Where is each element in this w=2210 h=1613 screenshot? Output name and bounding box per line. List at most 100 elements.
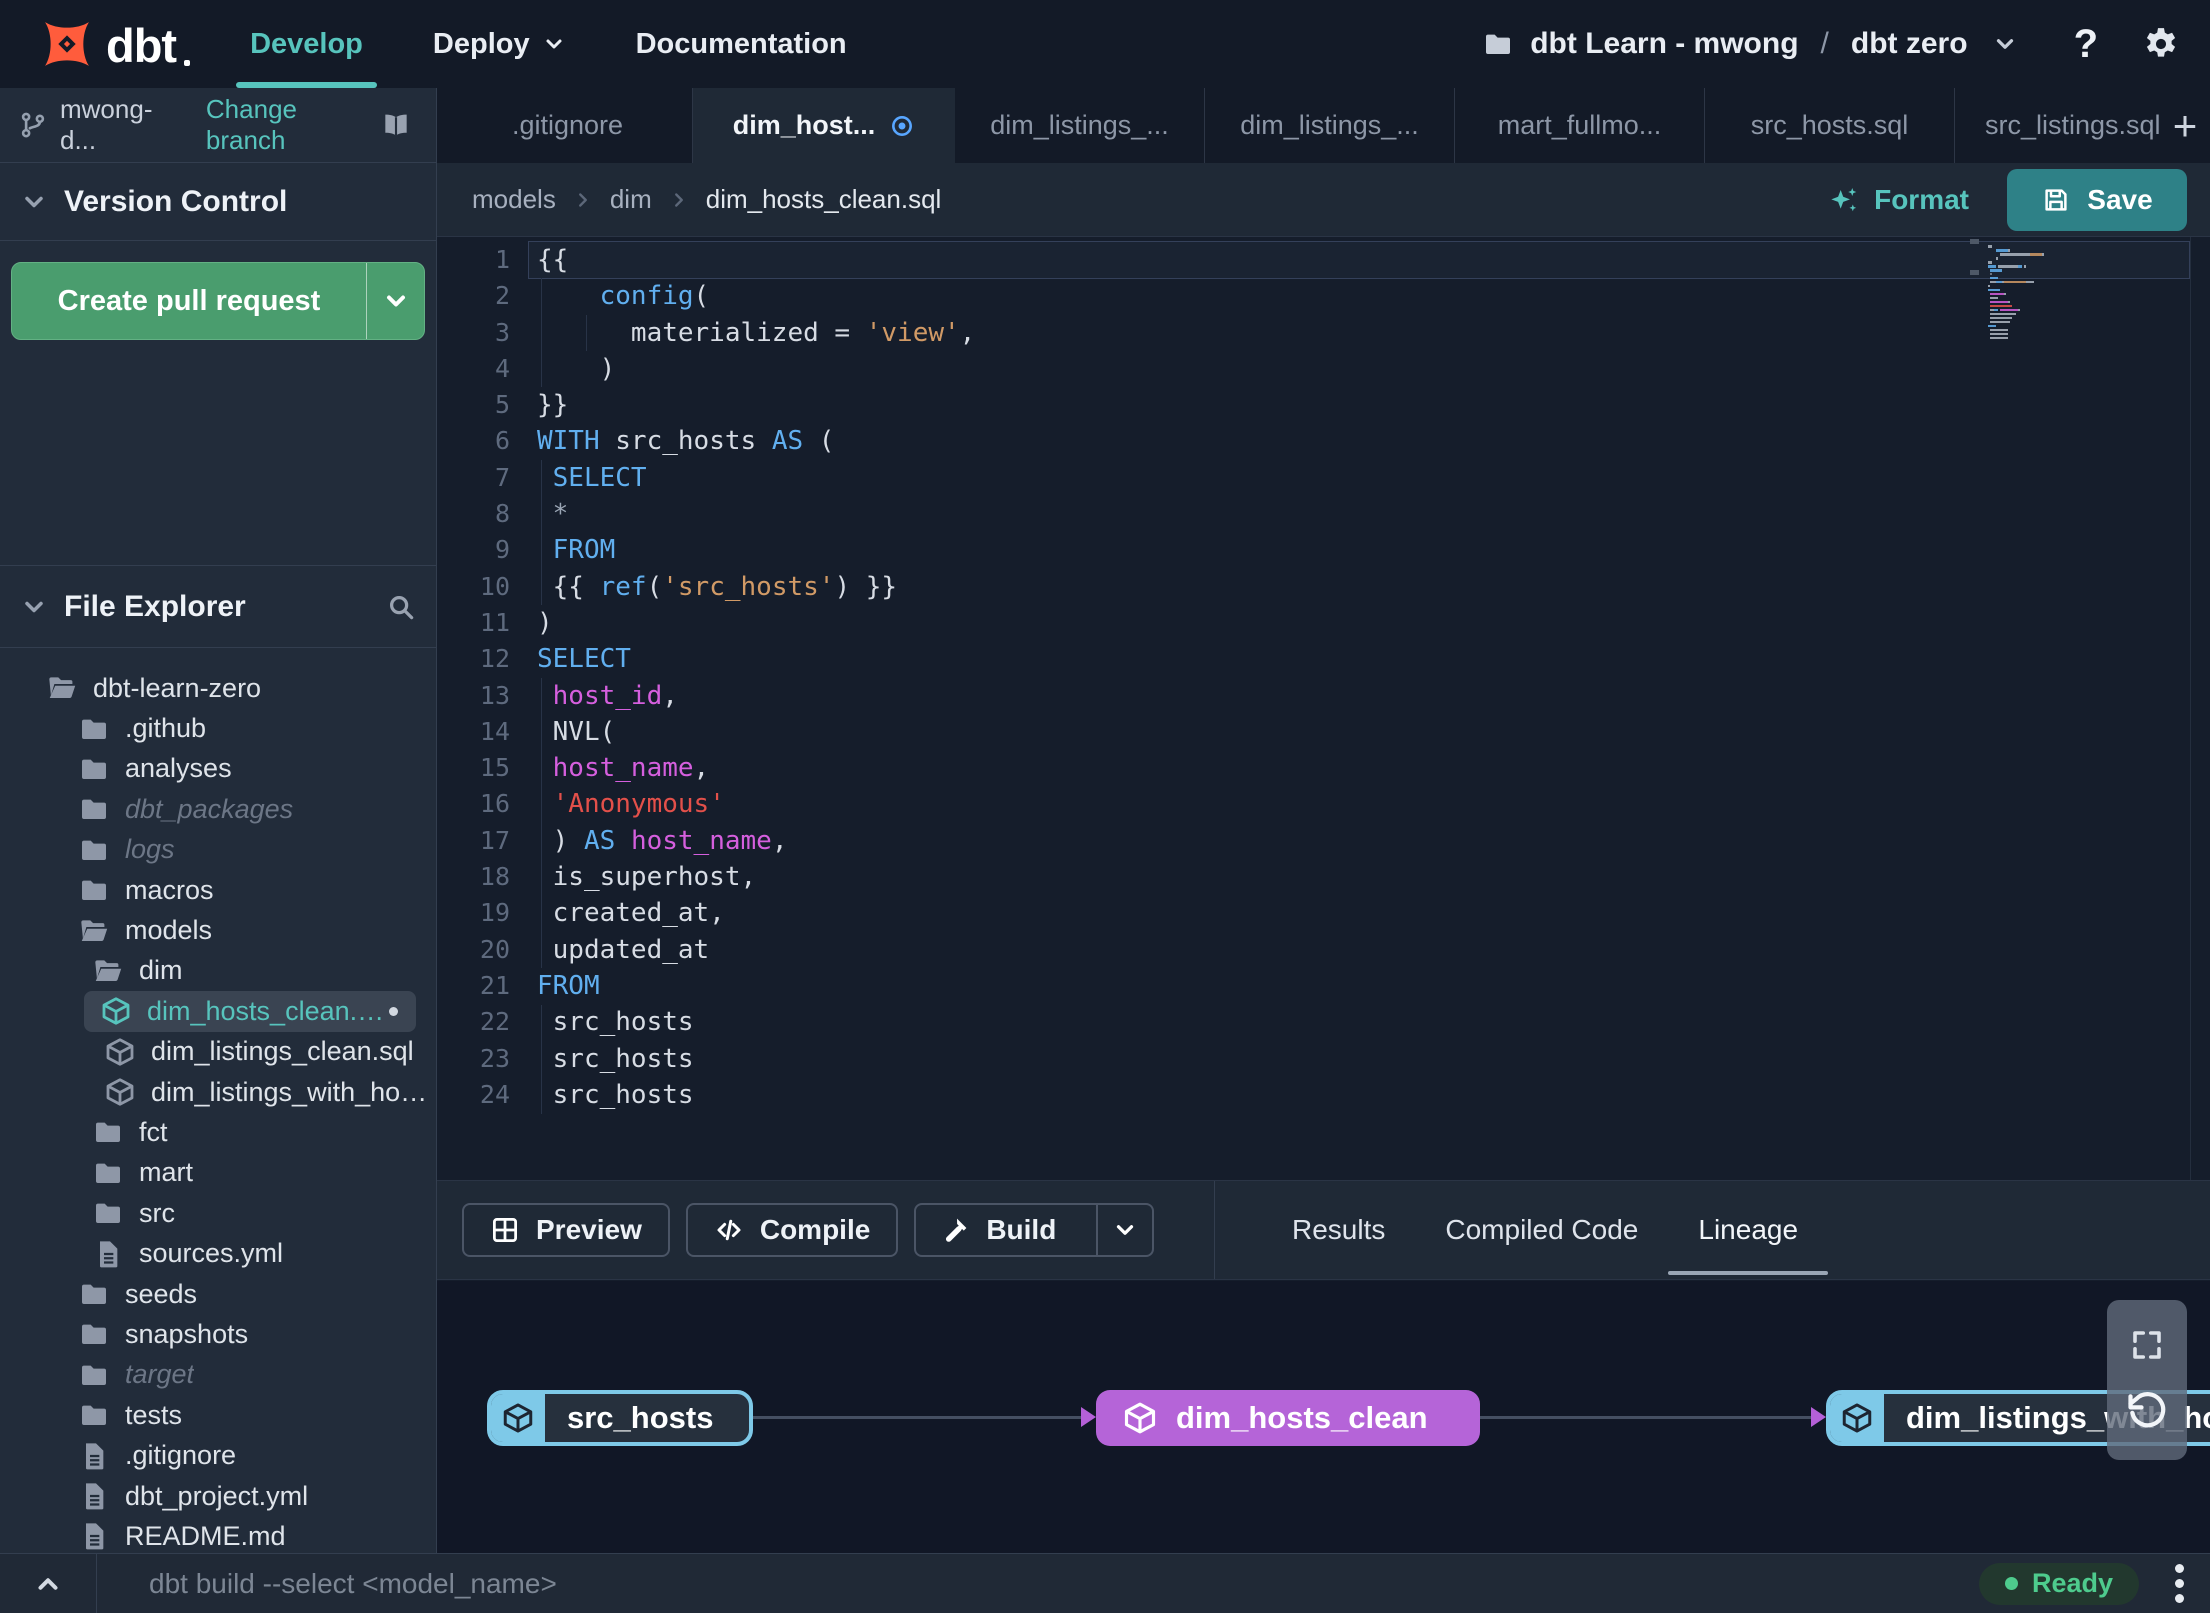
- code-line-1[interactable]: 1 {{: [437, 242, 2210, 278]
- dbt-cloud-ide: dbt Develop Deploy Documentation dbt Learn…: [0, 0, 2210, 1613]
- code-line-18[interactable]: 18 is_superhost,: [437, 859, 2210, 895]
- build-button-main[interactable]: Build: [916, 1205, 1080, 1255]
- reset-view-icon[interactable]: [2125, 1389, 2169, 1433]
- code-line-2[interactable]: 2 config(: [437, 278, 2210, 314]
- tree-item-fct[interactable]: fct: [0, 1112, 436, 1152]
- editor-tab-src_listings-sql[interactable]: src_listings.sql: [1955, 88, 2160, 163]
- tree-item-tests[interactable]: tests: [0, 1395, 436, 1435]
- code-line-24[interactable]: 24 src_hosts: [437, 1077, 2210, 1113]
- create-pull-request-label: Create pull request: [57, 284, 321, 317]
- tree-item-label: dim_listings_clean.sql: [151, 1036, 414, 1067]
- nav-item-documentation[interactable]: Documentation: [636, 0, 847, 88]
- chevron-down-icon[interactable]: [20, 593, 48, 621]
- code-editor[interactable]: 1{{2 config(3 materialized = 'view', 4 ) 5…: [437, 237, 2210, 1180]
- lineage-canvas[interactable]: src_hostsdim_hosts_cleandim_listings_wit…: [437, 1281, 2210, 1553]
- preview-button[interactable]: Preview: [462, 1203, 670, 1257]
- command-input[interactable]: dbt build --select <model_name>: [149, 1568, 1979, 1600]
- chevron-down-icon[interactable]: [20, 188, 48, 216]
- nav-item-deploy[interactable]: Deploy: [433, 0, 566, 88]
- create-pull-request-button[interactable]: Create pull request: [11, 262, 425, 340]
- tree-item-target[interactable]: target: [0, 1355, 436, 1395]
- code-line-17[interactable]: 17 ) AS host_name,: [437, 823, 2210, 859]
- tree-item-mart[interactable]: mart: [0, 1153, 436, 1193]
- lineage-node-dim_hosts_clean[interactable]: dim_hosts_clean: [1096, 1390, 1480, 1446]
- docs-book-icon[interactable]: [380, 109, 412, 141]
- gear-icon[interactable]: [2142, 25, 2180, 63]
- search-icon[interactable]: [386, 592, 416, 622]
- tree-item-dim_listings_with_hosts-[interactable]: dim_listings_with_hosts...: [0, 1072, 436, 1112]
- code-line-16[interactable]: 16 'Anonymous': [437, 786, 2210, 822]
- line-number: 18: [479, 862, 510, 892]
- tree-item-seeds[interactable]: seeds: [0, 1274, 436, 1314]
- code-line-10[interactable]: 10 {{ ref('src_hosts') }}: [437, 569, 2210, 605]
- editor-tab-mart_fullmo-[interactable]: mart_fullmo...: [1455, 88, 1705, 163]
- line-number: 16: [479, 789, 510, 819]
- panel-tab-lineage[interactable]: Lineage: [1698, 1181, 1798, 1279]
- dbt-logo[interactable]: dbt: [36, 13, 191, 75]
- tree-item-dbt_packages[interactable]: dbt_packages: [0, 789, 436, 829]
- tree-item-src[interactable]: src: [0, 1193, 436, 1233]
- tree-item--github[interactable]: .github: [0, 708, 436, 748]
- tree-item-sources-yml[interactable]: sources.yml: [0, 1233, 436, 1273]
- code-line-7[interactable]: 7 SELECT: [437, 460, 2210, 496]
- tree-item-dim[interactable]: dim: [0, 951, 436, 991]
- panel-tab-compiled-code[interactable]: Compiled Code: [1445, 1181, 1638, 1279]
- change-branch-link[interactable]: Change branch: [206, 94, 380, 156]
- lineage-node-src_hosts[interactable]: src_hosts: [487, 1390, 753, 1446]
- fullscreen-icon[interactable]: [2129, 1327, 2165, 1363]
- code-line-9[interactable]: 9 FROM: [437, 532, 2210, 568]
- grid-icon: [490, 1215, 520, 1245]
- tree-item-README-md[interactable]: README.md: [0, 1516, 436, 1553]
- pull-request-dropdown[interactable]: [366, 263, 424, 339]
- code-line-12[interactable]: 12 SELECT: [437, 641, 2210, 677]
- kebab-menu[interactable]: [2175, 1564, 2184, 1603]
- editor-tab-dim_listings_-[interactable]: dim_listings_...: [955, 88, 1205, 163]
- tree-item-dbt_project-yml[interactable]: dbt_project.yml: [0, 1476, 436, 1516]
- editor-tab--gitignore[interactable]: .gitignore: [443, 88, 693, 163]
- code-line-6[interactable]: 6 WITH src_hosts AS (: [437, 423, 2210, 459]
- editor-tab-dim_listings_-[interactable]: dim_listings_...: [1205, 88, 1455, 163]
- tree-item-logs[interactable]: logs: [0, 830, 436, 870]
- navbar-left: dbt Develop Deploy Documentation: [0, 0, 917, 88]
- new-tab-button[interactable]: +: [2160, 88, 2210, 163]
- build-dropdown[interactable]: [1096, 1205, 1152, 1255]
- save-button[interactable]: Save: [2007, 168, 2187, 231]
- branch-name[interactable]: mwong-d...: [60, 94, 186, 156]
- tree-item-dim_listings_clean-sql[interactable]: dim_listings_clean.sql: [0, 1032, 436, 1072]
- panel-tab-results[interactable]: Results: [1292, 1181, 1385, 1279]
- code-line-15[interactable]: 15 host_name,: [437, 750, 2210, 786]
- nav-item-develop[interactable]: Develop: [236, 0, 377, 88]
- tree-item--gitignore[interactable]: .gitignore: [0, 1435, 436, 1475]
- editor-tab-src_hosts-sql[interactable]: src_hosts.sql: [1705, 88, 1955, 163]
- chevron-right-icon: [572, 189, 594, 211]
- editor-tab-dim_host-[interactable]: dim_host...: [693, 88, 955, 163]
- code-line-19[interactable]: 19 created_at,: [437, 895, 2210, 931]
- code-line-11[interactable]: 11): [437, 605, 2210, 641]
- code-line-23[interactable]: 23 src_hosts: [437, 1041, 2210, 1077]
- code-line-8[interactable]: 8 *: [437, 496, 2210, 532]
- project-selector[interactable]: dbt Learn - mwong / dbt zero: [1482, 27, 2017, 61]
- code-line-22[interactable]: 22 src_hosts: [437, 1004, 2210, 1040]
- tree-item-analyses[interactable]: analyses: [0, 749, 436, 789]
- code-line-20[interactable]: 20 updated_at: [437, 932, 2210, 968]
- command-bar-expand[interactable]: [0, 1554, 97, 1613]
- code-line-21[interactable]: 21 FROM: [437, 968, 2210, 1004]
- code-line-4[interactable]: 4 ): [437, 351, 2210, 387]
- build-button[interactable]: Build: [914, 1203, 1155, 1257]
- code-line-5[interactable]: 5}}: [437, 387, 2210, 423]
- compile-button[interactable]: Compile: [685, 1203, 899, 1257]
- tree-item-snapshots[interactable]: snapshots: [0, 1314, 436, 1354]
- code-line-3[interactable]: 3 materialized = 'view',: [437, 315, 2210, 351]
- help-button[interactable]: ?: [2074, 22, 2098, 67]
- tree-item-dim_hosts_clean-sql[interactable]: dim_hosts_clean.sql: [84, 991, 416, 1032]
- code-text: ) AS host_name,: [537, 825, 788, 856]
- minimap[interactable]: [1988, 245, 2064, 341]
- code-line-14[interactable]: 14 NVL(: [437, 714, 2210, 750]
- tree-item-models[interactable]: models: [0, 910, 436, 950]
- format-button[interactable]: Format: [1828, 184, 1969, 216]
- tree-item-macros[interactable]: macros: [0, 870, 436, 910]
- line-number: 1: [494, 245, 510, 274]
- tree-item-dbt-learn-zero[interactable]: dbt-learn-zero: [0, 668, 436, 708]
- code-line-13[interactable]: 13 host_id,: [437, 678, 2210, 714]
- lineage-edge-arrow: [1081, 1407, 1096, 1427]
